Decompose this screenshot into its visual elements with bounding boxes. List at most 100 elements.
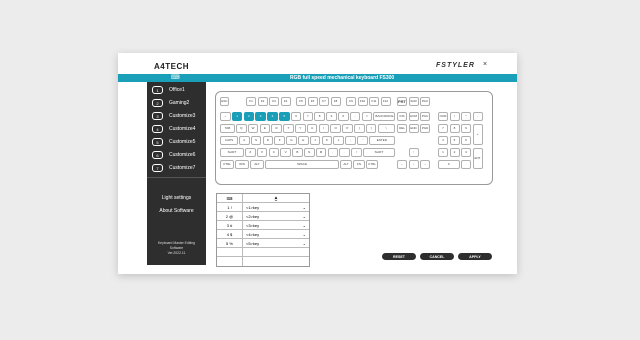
sidebar-item-customize4[interactable]: 4 Customize4 bbox=[152, 124, 195, 134]
key-7[interactable]: 7 bbox=[438, 124, 448, 133]
sidebar-item-gaming2[interactable]: 2 Gaming2 bbox=[152, 98, 189, 108]
key-3[interactable]: 3 bbox=[461, 148, 471, 157]
key-q[interactable]: Q bbox=[236, 124, 247, 133]
key-6[interactable]: 6 bbox=[290, 112, 302, 121]
cancel-button[interactable]: CANCEL bbox=[420, 253, 454, 260]
key-8[interactable]: 8 bbox=[449, 124, 460, 133]
mapping-select[interactable]: <4>key ⌄ bbox=[243, 230, 309, 238]
key-shift[interactable]: SHIFT bbox=[363, 148, 395, 157]
key-f9[interactable]: F9 bbox=[346, 97, 356, 106]
key-pau[interactable]: PAU bbox=[420, 97, 430, 106]
key-prt[interactable]: PRT bbox=[397, 97, 407, 106]
key-f[interactable]: F bbox=[274, 136, 285, 145]
key-ctrl[interactable]: CTRL bbox=[366, 160, 378, 169]
key-t[interactable]: T bbox=[283, 124, 294, 133]
key-fn[interactable]: FN bbox=[353, 160, 365, 169]
key-del[interactable]: DEL bbox=[397, 124, 407, 133]
key-space[interactable]: SPACE bbox=[265, 160, 339, 169]
key-win[interactable]: WIN bbox=[235, 160, 249, 169]
key-[interactable]: - bbox=[472, 112, 483, 121]
sidebar-item-customize3[interactable]: 3 Customize3 bbox=[152, 111, 195, 121]
key-4[interactable]: 4 bbox=[267, 112, 278, 121]
key-[interactable]: / bbox=[449, 112, 460, 121]
apply-button[interactable]: APPLY bbox=[458, 253, 492, 260]
key-5[interactable]: 5 bbox=[279, 112, 290, 121]
key-n[interactable]: N bbox=[304, 148, 315, 157]
key-2[interactable]: 2 bbox=[243, 112, 255, 121]
key-f8[interactable]: F8 bbox=[330, 97, 341, 106]
key-num[interactable]: NUM bbox=[438, 112, 448, 121]
key-h[interactable]: H bbox=[298, 136, 309, 145]
key-[interactable]: ] bbox=[365, 124, 377, 133]
reset-button[interactable]: RESET bbox=[382, 253, 416, 260]
key-tab[interactable]: TAB bbox=[220, 124, 235, 133]
key-c[interactable]: C bbox=[268, 148, 280, 157]
key-o[interactable]: O bbox=[330, 124, 341, 133]
mapping-select[interactable]: <2>key ⌄ bbox=[243, 212, 309, 220]
key-backspace[interactable]: BACKSPACE bbox=[373, 112, 396, 121]
key-alt[interactable]: ALT bbox=[340, 160, 352, 169]
key-l[interactable]: L bbox=[333, 136, 344, 145]
key-[interactable]: + bbox=[472, 124, 483, 145]
key-1[interactable]: 1 bbox=[438, 148, 448, 157]
key-0[interactable]: 0 bbox=[338, 112, 349, 121]
key-j[interactable]: J bbox=[309, 136, 321, 145]
key-pgu[interactable]: PGU bbox=[420, 112, 430, 121]
key-8[interactable]: 8 bbox=[314, 112, 325, 121]
sidebar-item-customize7[interactable]: 7 Customize7 bbox=[152, 163, 195, 173]
sidebar-item-customize6[interactable]: 6 Customize6 bbox=[152, 150, 195, 160]
key-i[interactable]: I bbox=[318, 124, 330, 133]
key-f2[interactable]: F2 bbox=[257, 97, 268, 106]
key-y[interactable]: Y bbox=[295, 124, 306, 133]
mapping-select[interactable]: <1>key ⌄ bbox=[243, 203, 309, 211]
key-[interactable]: - bbox=[349, 112, 361, 121]
close-button[interactable]: × bbox=[483, 61, 487, 68]
key-esc[interactable]: ESC bbox=[220, 97, 229, 106]
key-z[interactable]: Z bbox=[245, 148, 256, 157]
key-f10[interactable]: F10 bbox=[357, 97, 368, 106]
key-[interactable]: \ bbox=[377, 124, 395, 133]
key-s[interactable]: S bbox=[250, 136, 262, 145]
key-f12[interactable]: F12 bbox=[380, 97, 391, 106]
key-6[interactable]: 6 bbox=[461, 136, 471, 145]
key-f6[interactable]: F6 bbox=[307, 97, 318, 106]
key-[interactable]: ; bbox=[345, 136, 356, 145]
sidebar-item-customize5[interactable]: 5 Customize5 bbox=[152, 137, 195, 147]
key-[interactable]: / bbox=[351, 148, 362, 157]
key-5[interactable]: 5 bbox=[449, 136, 460, 145]
key-shift[interactable]: SHIFT bbox=[220, 148, 244, 157]
key-a[interactable]: A bbox=[239, 136, 250, 145]
key-p[interactable]: P bbox=[342, 124, 353, 133]
key-[interactable]: ↓ bbox=[408, 160, 419, 169]
key-f1[interactable]: F1 bbox=[246, 97, 256, 106]
light-settings-link[interactable]: Light settings bbox=[147, 195, 206, 201]
key-ctrl[interactable]: CTRL bbox=[220, 160, 234, 169]
key-[interactable]: [ bbox=[354, 124, 365, 133]
key-hom[interactable]: HOM bbox=[408, 112, 419, 121]
key-pgd[interactable]: PGD bbox=[420, 124, 430, 133]
key-f5[interactable]: F5 bbox=[296, 97, 306, 106]
key-4[interactable]: 4 bbox=[438, 136, 448, 145]
key-9[interactable]: 9 bbox=[461, 124, 471, 133]
key-0[interactable]: 0 bbox=[438, 160, 460, 169]
key-m[interactable]: M bbox=[315, 148, 327, 157]
key-[interactable]: . bbox=[339, 148, 350, 157]
key-v[interactable]: V bbox=[280, 148, 291, 157]
key-9[interactable]: 9 bbox=[326, 112, 337, 121]
key-[interactable]: ← bbox=[397, 160, 407, 169]
mapping-select[interactable]: <5>key ⌄ bbox=[243, 239, 309, 247]
key-ins[interactable]: INS bbox=[397, 112, 407, 121]
key-[interactable]: * bbox=[461, 112, 471, 121]
key-[interactable]: . bbox=[461, 160, 471, 169]
about-software-link[interactable]: About Software bbox=[147, 208, 206, 214]
key-3[interactable]: 3 bbox=[255, 112, 266, 121]
key-[interactable]: = bbox=[361, 112, 373, 121]
key-g[interactable]: G bbox=[286, 136, 297, 145]
key-[interactable]: ↑ bbox=[408, 148, 419, 157]
mapping-select[interactable]: <3>key ⌄ bbox=[243, 221, 309, 229]
key-[interactable]: , bbox=[327, 148, 339, 157]
key-end[interactable]: END bbox=[408, 124, 419, 133]
key-f3[interactable]: F3 bbox=[269, 97, 279, 106]
key-caps[interactable]: CAPS bbox=[220, 136, 238, 145]
key-7[interactable]: 7 bbox=[302, 112, 314, 121]
